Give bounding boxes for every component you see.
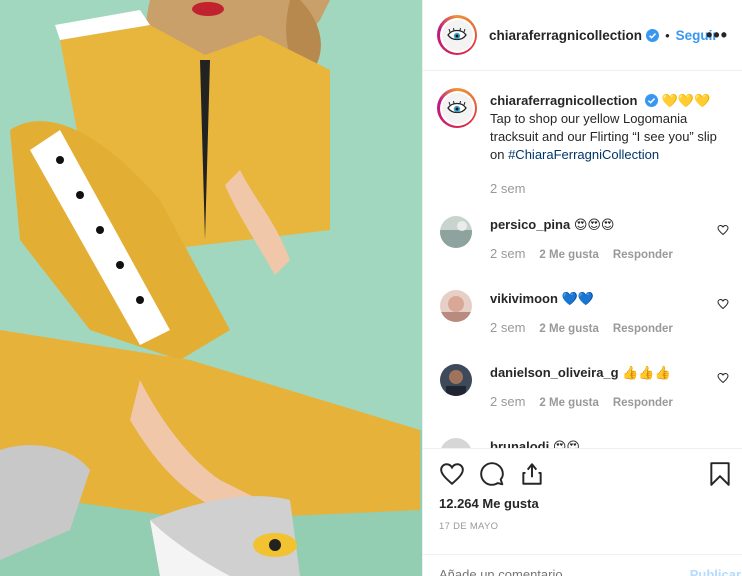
bookmark-icon[interactable]: [709, 461, 731, 487]
comment-time[interactable]: 2 sem: [490, 394, 525, 409]
comment-text: 💙💙: [561, 291, 594, 306]
comment-text: 😍😍: [552, 439, 580, 448]
comment-likes[interactable]: 2 Me gusta: [539, 249, 598, 261]
caption-time[interactable]: 2 sem: [490, 180, 727, 198]
comment-time[interactable]: 2 sem: [490, 246, 525, 261]
eye-logo-icon: [447, 101, 467, 114]
more-dots-icon[interactable]: •••: [706, 25, 728, 46]
header-separator: •: [665, 27, 670, 43]
comment-item: danielson_oliveira_g 👍👍👍 2 sem 2 Me gust…: [437, 364, 729, 424]
comment-icon[interactable]: [479, 461, 505, 487]
comment-item: vikivimoon 💙💙 2 sem 2 Me gusta Responder: [437, 290, 729, 350]
comment-avatar[interactable]: [440, 364, 472, 396]
eye-logo-icon: [447, 28, 467, 41]
header-username[interactable]: chiaraferragnicollection: [489, 28, 642, 43]
reply-button[interactable]: Responder: [613, 323, 673, 335]
caption-emojis: 💛💛💛: [661, 93, 711, 108]
reply-button[interactable]: Responder: [613, 397, 673, 409]
comment-likes[interactable]: 2 Me gusta: [539, 397, 598, 409]
comment-heart-icon[interactable]: [717, 224, 729, 236]
comment-avatar[interactable]: [440, 438, 472, 448]
share-icon[interactable]: [519, 461, 545, 487]
caption-hashtag[interactable]: #ChiaraFerragniCollection: [508, 147, 659, 162]
comment-avatar[interactable]: [440, 290, 472, 322]
comment-avatar[interactable]: [440, 216, 472, 248]
comment-time[interactable]: 2 sem: [490, 320, 525, 335]
comment-heart-icon[interactable]: [717, 372, 729, 384]
comment-username[interactable]: vikivimoon: [490, 291, 558, 306]
comment-heart-icon[interactable]: [717, 298, 729, 310]
verified-badge-icon: [646, 28, 660, 42]
comment-text: 👍👍👍: [622, 365, 671, 380]
avatar[interactable]: [437, 15, 477, 55]
comment-input[interactable]: [439, 567, 659, 576]
comment-item: persico_pina 😍😍😍 2 sem 2 Me gusta Respon…: [437, 216, 729, 276]
post-header: chiaraferragnicollection • Seguir •••: [423, 0, 742, 71]
post-date[interactable]: 17 DE MAYO: [439, 521, 498, 532]
comment-username[interactable]: danielson_oliveira_g: [490, 365, 619, 380]
comments-list[interactable]: chiaraferragnicollection 💛💛💛 Tap to shop…: [423, 72, 742, 448]
post-image: [0, 0, 422, 576]
comment-username[interactable]: persico_pina: [490, 217, 570, 232]
heart-icon[interactable]: [439, 461, 465, 487]
likes-count[interactable]: 12.264 Me gusta: [439, 496, 539, 511]
add-comment-bar: Publicar: [423, 554, 742, 576]
verified-badge-icon: [645, 94, 659, 107]
comment-item: brunalodi 😍😍: [437, 438, 727, 448]
publish-button[interactable]: Publicar: [690, 567, 741, 576]
post-caption: chiaraferragnicollection 💛💛💛 Tap to shop…: [437, 88, 727, 198]
comment-username[interactable]: brunalodi: [490, 439, 549, 448]
caption-username[interactable]: chiaraferragnicollection: [490, 93, 637, 108]
comment-likes[interactable]: 2 Me gusta: [539, 323, 598, 335]
caption-avatar[interactable]: [437, 88, 477, 128]
post-actions: 12.264 Me gusta 17 DE MAYO Publicar: [423, 448, 742, 576]
comment-text: 😍😍😍: [573, 217, 615, 232]
post-photo[interactable]: [0, 0, 422, 576]
post-panel: chiaraferragnicollection • Seguir ••• ch…: [422, 0, 742, 576]
reply-button[interactable]: Responder: [613, 249, 673, 261]
